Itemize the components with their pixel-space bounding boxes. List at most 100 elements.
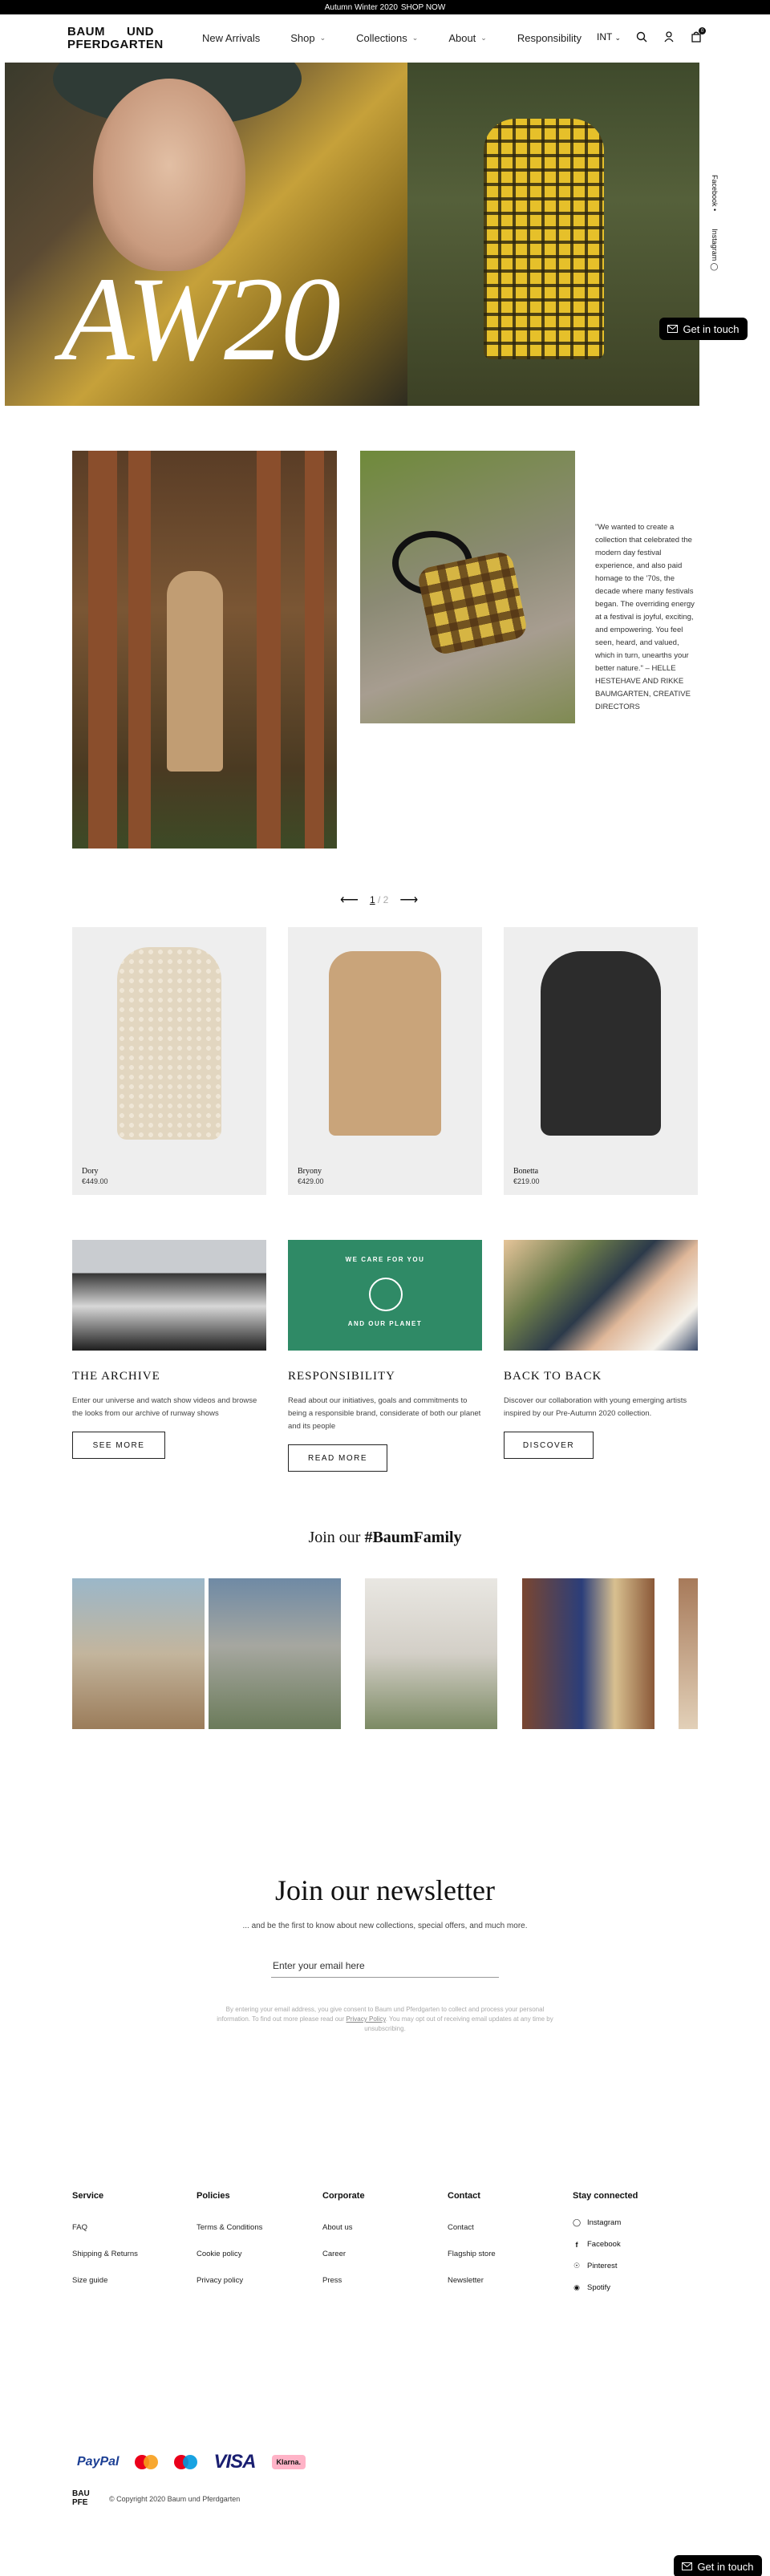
product-card[interactable]: Bryony €429.00 xyxy=(288,927,482,1195)
hero-title: AW20 xyxy=(61,253,341,386)
klarna-logo: Klarna. xyxy=(271,2455,306,2469)
nav-label: Shop xyxy=(290,32,315,44)
feature-responsibility: WE CARE FOR YOU AND OUR PLANET RESPONSIB… xyxy=(288,1240,482,1472)
site-header: BAUM UND PFERDGARTEN New Arrivals Shop ⌄ C… xyxy=(0,14,770,63)
product-image xyxy=(72,927,266,1160)
instagram-post[interactable] xyxy=(209,1578,341,1729)
footer-link-press[interactable]: Press xyxy=(322,2276,365,2285)
read-more-button[interactable]: READ MORE xyxy=(288,1444,387,1472)
feature-title: THE ARCHIVE xyxy=(72,1370,160,1383)
newsletter-email-input[interactable] xyxy=(271,1954,499,1978)
get-in-touch-button[interactable]: Get in touch xyxy=(659,318,748,340)
footer-policies: Policies Terms & Conditions Cookie polic… xyxy=(197,2191,262,2303)
logo-text-baum: BAUM xyxy=(67,25,105,38)
mail-icon xyxy=(667,325,679,333)
feature-archive: THE ARCHIVE Enter our universe and watch… xyxy=(72,1240,266,1459)
archive-image[interactable] xyxy=(72,1240,266,1351)
hero-banner[interactable]: AW20 xyxy=(5,63,699,406)
footer-heading: Policies xyxy=(197,2191,230,2201)
shop-now-link[interactable]: SHOP NOW xyxy=(401,3,445,12)
editorial-forest-image xyxy=(72,451,337,849)
footer-link-career[interactable]: Career xyxy=(322,2250,365,2258)
footer-link-size-guide[interactable]: Size guide xyxy=(72,2276,138,2285)
footer-link-privacy[interactable]: Privacy policy xyxy=(197,2276,262,2285)
tree-shape xyxy=(88,451,117,849)
globe-icon xyxy=(369,1278,403,1311)
nav-new-arrivals[interactable]: New Arrivals xyxy=(202,32,260,44)
logo-text-und: UND xyxy=(127,25,154,38)
image-caption-bottom: AND OUR PLANET xyxy=(347,1320,423,1327)
newsletter-title: Join our newsletter xyxy=(275,1874,495,1906)
product-image xyxy=(288,927,482,1160)
brand-logo[interactable]: BAUM UND PFERDGARTEN xyxy=(67,26,164,51)
nav-about[interactable]: About ⌄ xyxy=(448,32,487,44)
arrow-left-icon[interactable]: ⟵ xyxy=(340,892,359,908)
facebook-rail-link[interactable]: Facebook • xyxy=(710,175,719,211)
product-price: €219.00 xyxy=(513,1177,540,1185)
newsletter-legal: By entering your email address, you give… xyxy=(217,2005,553,2034)
product-name: Bonetta xyxy=(513,1167,539,1176)
tree-shape xyxy=(305,451,324,849)
feature-title: BACK TO BACK xyxy=(504,1370,602,1383)
footer-link-cookie[interactable]: Cookie policy xyxy=(197,2250,262,2258)
footer-link-about[interactable]: About us xyxy=(322,2223,365,2232)
footer-spotify-link[interactable]: ◉ Spotify xyxy=(573,2283,638,2292)
discover-button[interactable]: DISCOVER xyxy=(504,1432,594,1459)
instagram-rail-link[interactable]: Instagram ◯ xyxy=(710,229,719,271)
arrow-right-icon[interactable]: ⟶ xyxy=(399,892,418,908)
account-icon[interactable] xyxy=(663,30,675,43)
footer-link-contact[interactable]: Contact xyxy=(448,2223,496,2232)
nav-responsibility[interactable]: Responsibility xyxy=(517,32,582,44)
nav-shop[interactable]: Shop ⌄ xyxy=(290,32,326,44)
feature-text: Discover our collaboration with young em… xyxy=(504,1396,687,1418)
instagram-post[interactable] xyxy=(365,1578,497,1729)
image-caption-top: WE CARE FOR YOU xyxy=(345,1256,425,1263)
main-nav: New Arrivals Shop ⌄ Collections ⌄ About ⌄ R… xyxy=(202,32,612,44)
rail-label: Facebook xyxy=(711,175,719,207)
footer-link-faq[interactable]: FAQ xyxy=(72,2223,138,2232)
model-shape xyxy=(167,571,223,772)
footer-instagram-link[interactable]: ◯ Instagram xyxy=(573,2218,638,2227)
get-in-touch-label: Get in touch xyxy=(683,322,740,335)
chevron-down-icon: ⌄ xyxy=(614,34,622,42)
footer-logo[interactable]: BAU PFE xyxy=(72,2489,90,2507)
instagram-icon: ◯ xyxy=(572,2218,582,2226)
back-to-back-image[interactable] xyxy=(504,1240,698,1351)
footer-service: Service FAQ Shipping & Returns Size guid… xyxy=(72,2191,138,2303)
privacy-policy-link[interactable]: Privacy Policy xyxy=(346,2015,386,2023)
instagram-post[interactable] xyxy=(72,1578,205,1729)
chevron-down-icon: ⌄ xyxy=(480,34,487,42)
product-card[interactable]: Bonetta €219.00 xyxy=(504,927,698,1195)
footer-facebook-link[interactable]: f Facebook xyxy=(573,2240,638,2249)
check-coat-shape xyxy=(484,119,604,359)
footer-pinterest-link[interactable]: ☉ Pinterest xyxy=(573,2262,638,2270)
check-bag-shape xyxy=(415,549,529,657)
tree-shape xyxy=(257,451,281,849)
instagram-post[interactable] xyxy=(679,1578,698,1729)
nav-label: Collections xyxy=(356,32,407,44)
announcement-text: Autumn Winter 2020 xyxy=(324,2,398,12)
designer-quote: "We wanted to create a collection that c… xyxy=(595,523,695,711)
product-card[interactable]: Dory €449.00 xyxy=(72,927,266,1195)
social-label: Facebook xyxy=(587,2240,621,2249)
footer-link-newsletter[interactable]: Newsletter xyxy=(448,2276,496,2285)
newsletter-subtitle: ... and be the first to know about new c… xyxy=(242,1922,528,1930)
footer-link-shipping[interactable]: Shipping & Returns xyxy=(72,2250,138,2258)
social-label: Instagram xyxy=(587,2218,622,2227)
get-in-touch-button-bottom[interactable]: Get in touch xyxy=(674,2555,762,2576)
search-icon[interactable] xyxy=(635,30,648,43)
hero-full-length-image xyxy=(407,63,699,406)
responsibility-image[interactable]: WE CARE FOR YOU AND OUR PLANET xyxy=(288,1240,482,1351)
family-prefix: Join our xyxy=(308,1529,361,1546)
fur-coat-shape xyxy=(117,947,221,1140)
currency-selector[interactable]: INT ⌄ xyxy=(597,31,621,43)
cart-icon[interactable]: 0 xyxy=(690,27,707,43)
footer-link-flagship[interactable]: Flagship store xyxy=(448,2250,496,2258)
rail-label: Instagram xyxy=(711,229,719,261)
instagram-post[interactable] xyxy=(522,1578,654,1729)
get-in-touch-label: Get in touch xyxy=(697,2560,754,2573)
nav-collections[interactable]: Collections ⌄ xyxy=(356,32,418,44)
pager-current: 1 / 2 xyxy=(369,894,389,905)
see-more-button[interactable]: SEE MORE xyxy=(72,1432,165,1459)
footer-link-terms[interactable]: Terms & Conditions xyxy=(197,2223,262,2232)
